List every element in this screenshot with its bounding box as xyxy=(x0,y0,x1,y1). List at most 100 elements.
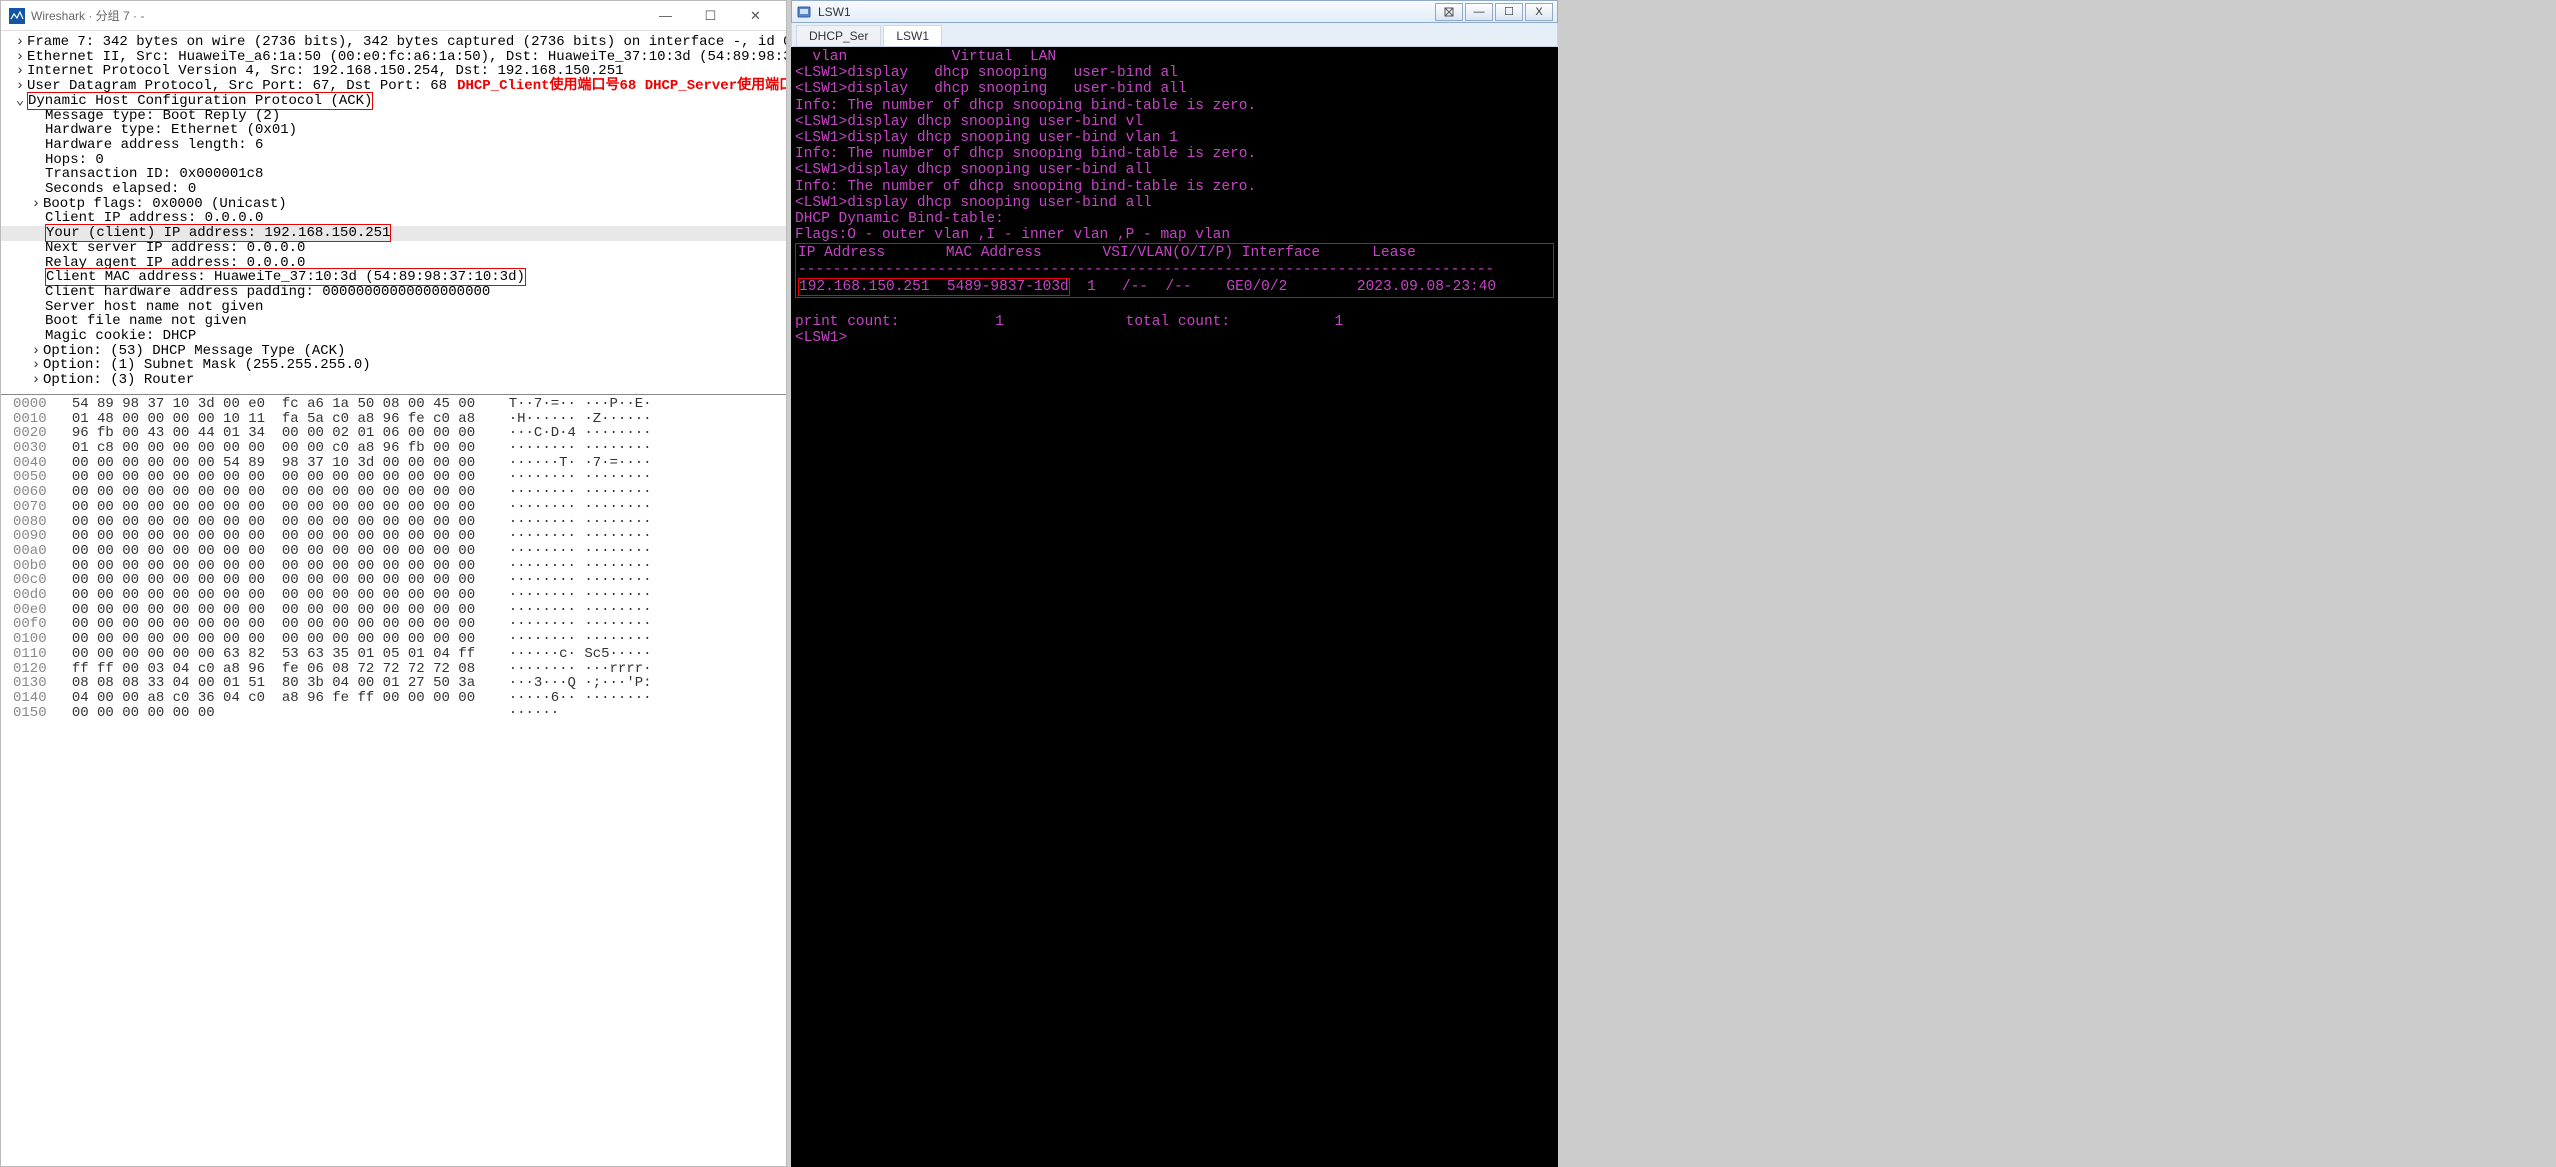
lsw1-terminal[interactable]: vlan Virtual LAN<LSW1>display dhcp snoop… xyxy=(791,47,1558,1167)
maximize-button[interactable]: ☐ xyxy=(688,2,733,30)
hex-row[interactable]: 0000 54 89 98 37 10 3d 00 e0 fc a6 1a 50… xyxy=(13,397,778,412)
hex-row[interactable]: 00d0 00 00 00 00 00 00 00 00 00 00 00 00… xyxy=(13,588,778,603)
terminal-line xyxy=(795,298,1554,314)
terminal-line: Flags:O - outer vlan ,I - inner vlan ,P … xyxy=(795,227,1554,243)
lsw1-title: LSW1 xyxy=(818,5,1433,19)
hex-bytes: 54 89 98 37 10 3d 00 e0 fc a6 1a 50 08 0… xyxy=(72,396,484,412)
packet-bytes-pane[interactable]: 0000 54 89 98 37 10 3d 00 e0 fc a6 1a 50… xyxy=(1,395,786,1166)
lsw1-minimize-button[interactable]: — xyxy=(1465,3,1493,21)
tree-ethernet[interactable]: ›Ethernet II, Src: HuaweiTe_a6:1a:50 (00… xyxy=(1,50,786,65)
hex-offset: 00b0 xyxy=(13,558,47,574)
terminal-line: <LSW1>display dhcp snooping user-bind al xyxy=(795,65,1554,81)
dhcp-hw-type[interactable]: Hardware type: Ethernet (0x01) xyxy=(1,123,786,138)
hex-row[interactable]: 0110 00 00 00 00 00 00 63 82 53 63 35 01… xyxy=(13,647,778,662)
expand-icon[interactable]: › xyxy=(13,50,27,65)
ip-mac-highlight: 192.168.150.251 5489-9837-103d xyxy=(798,278,1070,296)
hex-offset: 00e0 xyxy=(13,602,47,618)
expand-icon[interactable]: › xyxy=(29,344,43,359)
terminal-line: DHCP Dynamic Bind-table: xyxy=(795,211,1554,227)
hex-row[interactable]: 0130 08 08 08 33 04 00 01 51 80 3b 04 00… xyxy=(13,676,778,691)
hex-row[interactable]: 0100 00 00 00 00 00 00 00 00 00 00 00 00… xyxy=(13,632,778,647)
dhcp-flags[interactable]: ›Bootp flags: 0x0000 (Unicast) xyxy=(1,197,786,212)
hex-bytes: 08 08 08 33 04 00 01 51 80 3b 04 00 01 2… xyxy=(72,675,484,691)
dhcp-opt1[interactable]: ›Option: (1) Subnet Mask (255.255.255.0) xyxy=(1,358,786,373)
hex-row[interactable]: 0070 00 00 00 00 00 00 00 00 00 00 00 00… xyxy=(13,500,778,515)
lsw1-maximize-button[interactable]: ☐ xyxy=(1495,3,1523,21)
wireshark-icon xyxy=(9,8,25,24)
hex-row[interactable]: 00b0 00 00 00 00 00 00 00 00 00 00 00 00… xyxy=(13,559,778,574)
hex-row[interactable]: 0080 00 00 00 00 00 00 00 00 00 00 00 00… xyxy=(13,515,778,530)
hex-bytes: 00 00 00 00 00 00 00 00 00 00 00 00 00 0… xyxy=(72,469,484,485)
hex-offset: 0150 xyxy=(13,705,47,721)
dhcp-file[interactable]: Boot file name not given xyxy=(1,314,786,329)
close-button[interactable]: ✕ xyxy=(733,2,778,30)
dhcp-opt3[interactable]: ›Option: (3) Router xyxy=(1,373,786,388)
dhcp-message-type[interactable]: Message type: Boot Reply (2) xyxy=(1,109,786,124)
hex-offset: 0070 xyxy=(13,499,47,515)
expand-icon[interactable]: › xyxy=(29,197,43,212)
terminal-line: <LSW1>display dhcp snooping user-bind vl xyxy=(795,114,1554,130)
hex-row[interactable]: 0010 01 48 00 00 00 00 10 11 fa 5a c0 a8… xyxy=(13,412,778,427)
dhcp-secs[interactable]: Seconds elapsed: 0 xyxy=(1,182,786,197)
lsw1-extra-button[interactable] xyxy=(1435,3,1463,21)
minimize-button[interactable]: — xyxy=(643,2,688,30)
hex-ascii: ·····6·· ········ xyxy=(509,690,652,706)
hex-ascii: ········ ········ xyxy=(509,572,652,588)
hex-bytes: 00 00 00 00 00 00 00 00 00 00 00 00 00 0… xyxy=(72,631,484,647)
tab-lsw1[interactable]: LSW1 xyxy=(883,25,942,46)
tab-dhcp-ser[interactable]: DHCP_Ser xyxy=(796,25,881,46)
hex-row[interactable]: 00f0 00 00 00 00 00 00 00 00 00 00 00 00… xyxy=(13,617,778,632)
dhcp-xid[interactable]: Transaction ID: 0x000001c8 xyxy=(1,167,786,182)
hex-row[interactable]: 0040 00 00 00 00 00 00 54 89 98 37 10 3d… xyxy=(13,456,778,471)
hex-row[interactable]: 0090 00 00 00 00 00 00 00 00 00 00 00 00… xyxy=(13,529,778,544)
hex-ascii: ········ ········ xyxy=(509,558,652,574)
hex-row[interactable]: 0060 00 00 00 00 00 00 00 00 00 00 00 00… xyxy=(13,485,778,500)
expand-icon[interactable]: › xyxy=(13,64,27,79)
dhcp-sname[interactable]: Server host name not given xyxy=(1,300,786,315)
expand-icon[interactable]: › xyxy=(29,373,43,388)
hex-ascii: T··7·=·· ···P··E· xyxy=(509,396,652,412)
hex-row[interactable]: 0120 ff ff 00 03 04 c0 a8 96 fe 06 08 72… xyxy=(13,662,778,677)
hex-row[interactable]: 0030 01 c8 00 00 00 00 00 00 00 00 c0 a8… xyxy=(13,441,778,456)
dhcp-chpad[interactable]: Client hardware address padding: 0000000… xyxy=(1,285,786,300)
tree-frame[interactable]: ›Frame 7: 342 bytes on wire (2736 bits),… xyxy=(1,35,786,50)
dhcp-siaddr[interactable]: Next server IP address: 0.0.0.0 xyxy=(1,241,786,256)
hex-ascii: ········ ········ xyxy=(509,499,652,515)
dhcp-cookie[interactable]: Magic cookie: DHCP xyxy=(1,329,786,344)
dhcp-hw-len[interactable]: Hardware address length: 6 xyxy=(1,138,786,153)
dhcp-yiaddr[interactable]: Your (client) IP address: 192.168.150.25… xyxy=(1,226,786,241)
hex-ascii: ········ ········ xyxy=(509,587,652,603)
hex-row[interactable]: 0050 00 00 00 00 00 00 00 00 00 00 00 00… xyxy=(13,470,778,485)
hex-offset: 0000 xyxy=(13,396,47,412)
hex-row[interactable]: 00e0 00 00 00 00 00 00 00 00 00 00 00 00… xyxy=(13,603,778,618)
hex-offset: 0100 xyxy=(13,631,47,647)
lsw1-window: LSW1 — ☐ X DHCP_Ser LSW1 vlan Virtual LA… xyxy=(791,0,1558,1167)
hex-bytes: 00 00 00 00 00 00 xyxy=(72,705,484,721)
print-count-line: print count: 1 total count: 1 xyxy=(795,314,1554,330)
hex-row[interactable]: 0140 04 00 00 a8 c0 36 04 c0 a8 96 fe ff… xyxy=(13,691,778,706)
hex-offset: 0040 xyxy=(13,455,47,471)
bind-row-rest: 1 /-- /-- GE0/0/2 2023.09.08-23:40 xyxy=(1070,279,1496,295)
hex-row[interactable]: 0020 96 fb 00 43 00 44 01 34 00 00 02 01… xyxy=(13,426,778,441)
hex-row[interactable]: 00c0 00 00 00 00 00 00 00 00 00 00 00 00… xyxy=(13,573,778,588)
expand-icon[interactable]: › xyxy=(13,79,27,94)
hex-bytes: 00 00 00 00 00 00 00 00 00 00 00 00 00 0… xyxy=(72,499,484,515)
tree-ip[interactable]: ›Internet Protocol Version 4, Src: 192.1… xyxy=(1,64,786,79)
hex-offset: 00c0 xyxy=(13,572,47,588)
collapse-icon[interactable]: ⌄ xyxy=(13,94,27,109)
dhcp-opt53[interactable]: ›Option: (53) DHCP Message Type (ACK) xyxy=(1,344,786,359)
terminal-line: Info: The number of dhcp snooping bind-t… xyxy=(795,146,1554,162)
lsw1-close-button[interactable]: X xyxy=(1525,3,1553,21)
dhcp-chaddr[interactable]: Client MAC address: HuaweiTe_37:10:3d (5… xyxy=(1,270,786,285)
hex-bytes: 00 00 00 00 00 00 00 00 00 00 00 00 00 0… xyxy=(72,572,484,588)
tree-dhcp[interactable]: ⌄Dynamic Host Configuration Protocol (AC… xyxy=(1,94,786,109)
wireshark-window: Wireshark · 分组 7 · - — ☐ ✕ ›Frame 7: 342… xyxy=(0,0,787,1167)
expand-icon[interactable]: › xyxy=(13,35,27,50)
prompt-line: <LSW1> xyxy=(795,330,1554,346)
hex-row[interactable]: 00a0 00 00 00 00 00 00 00 00 00 00 00 00… xyxy=(13,544,778,559)
hex-offset: 00a0 xyxy=(13,543,47,559)
packet-details-tree[interactable]: ›Frame 7: 342 bytes on wire (2736 bits),… xyxy=(1,31,786,395)
dhcp-hops[interactable]: Hops: 0 xyxy=(1,153,786,168)
expand-icon[interactable]: › xyxy=(29,358,43,373)
hex-row[interactable]: 0150 00 00 00 00 00 00 ······ xyxy=(13,706,778,721)
